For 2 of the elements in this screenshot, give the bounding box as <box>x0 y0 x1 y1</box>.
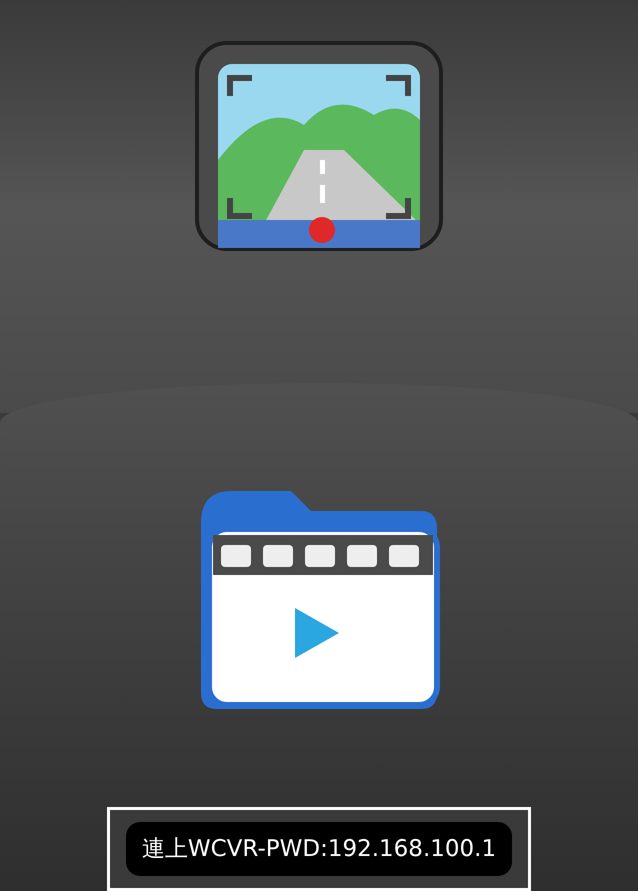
camera-icon[interactable] <box>194 40 444 252</box>
toast-message: 連上WCVR-PWD:192.168.100.1 <box>126 822 512 876</box>
